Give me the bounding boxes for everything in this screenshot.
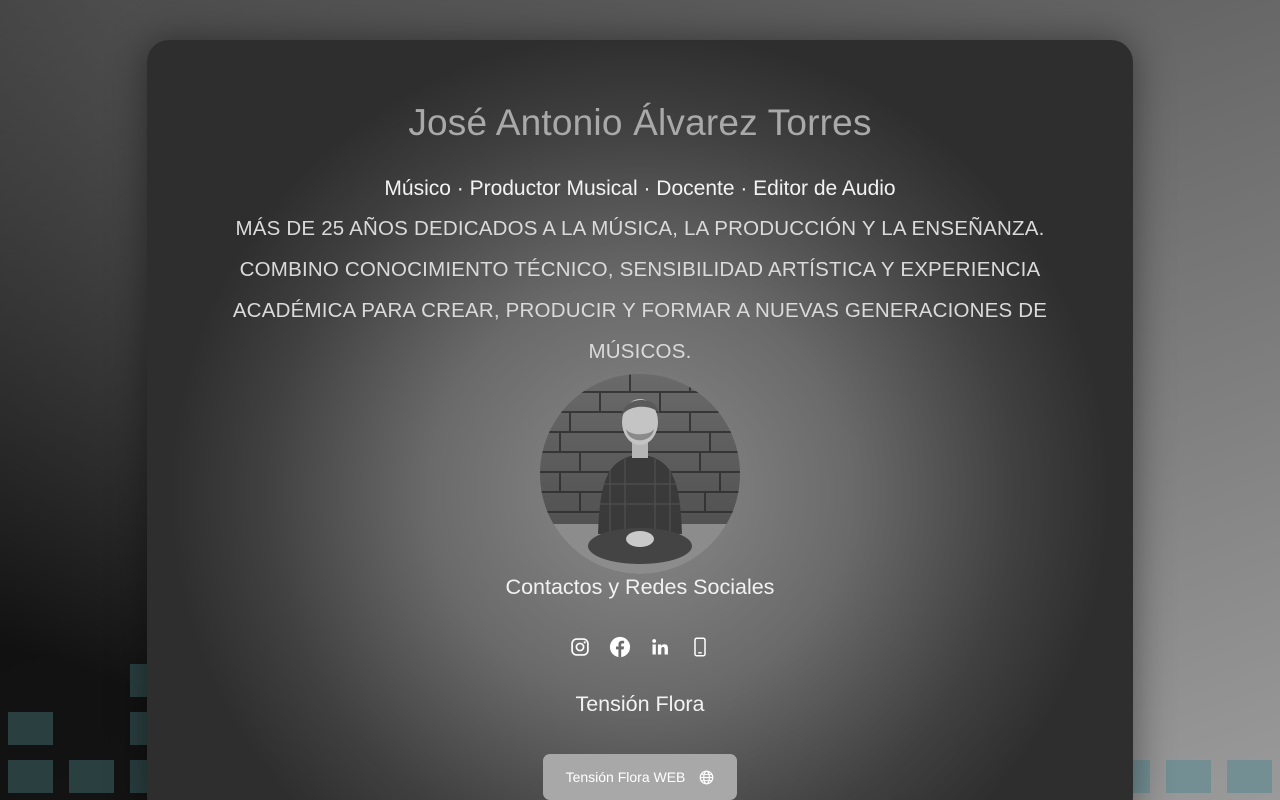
- equalizer-bar: [8, 760, 53, 793]
- equalizer-bar: [1227, 760, 1272, 793]
- profile-card: José Antonio Álvarez Torres Músico · Pro…: [147, 40, 1133, 800]
- band-name: Tensión Flora: [575, 692, 705, 716]
- social-links: [147, 636, 1133, 658]
- linkedin-icon: [652, 639, 668, 655]
- facebook-link[interactable]: [609, 636, 631, 658]
- phone-icon: [694, 637, 706, 657]
- globe-icon: [700, 770, 714, 784]
- avatar: [540, 374, 740, 574]
- profile-name: José Antonio Álvarez Torres: [408, 102, 872, 143]
- facebook-icon: [609, 636, 631, 658]
- avatar-photo: [540, 374, 740, 574]
- phone-link[interactable]: [689, 636, 711, 658]
- profile-roles: Músico · Productor Musical · Docente · E…: [384, 177, 896, 200]
- instagram-icon: [571, 638, 589, 656]
- band-website-button[interactable]: Tensión Flora WEB: [543, 754, 737, 800]
- linkedin-link[interactable]: [649, 636, 671, 658]
- equalizer-bar: [8, 712, 53, 745]
- equalizer-bar: [69, 760, 114, 793]
- equalizer-bar: [1166, 760, 1211, 793]
- contacts-heading: Contactos y Redes Sociales: [505, 575, 775, 599]
- instagram-link[interactable]: [569, 636, 591, 658]
- profile-bio: Más de 25 años dedicados a la música, la…: [232, 217, 1048, 363]
- band-website-label: Tensión Flora WEB: [565, 769, 686, 785]
